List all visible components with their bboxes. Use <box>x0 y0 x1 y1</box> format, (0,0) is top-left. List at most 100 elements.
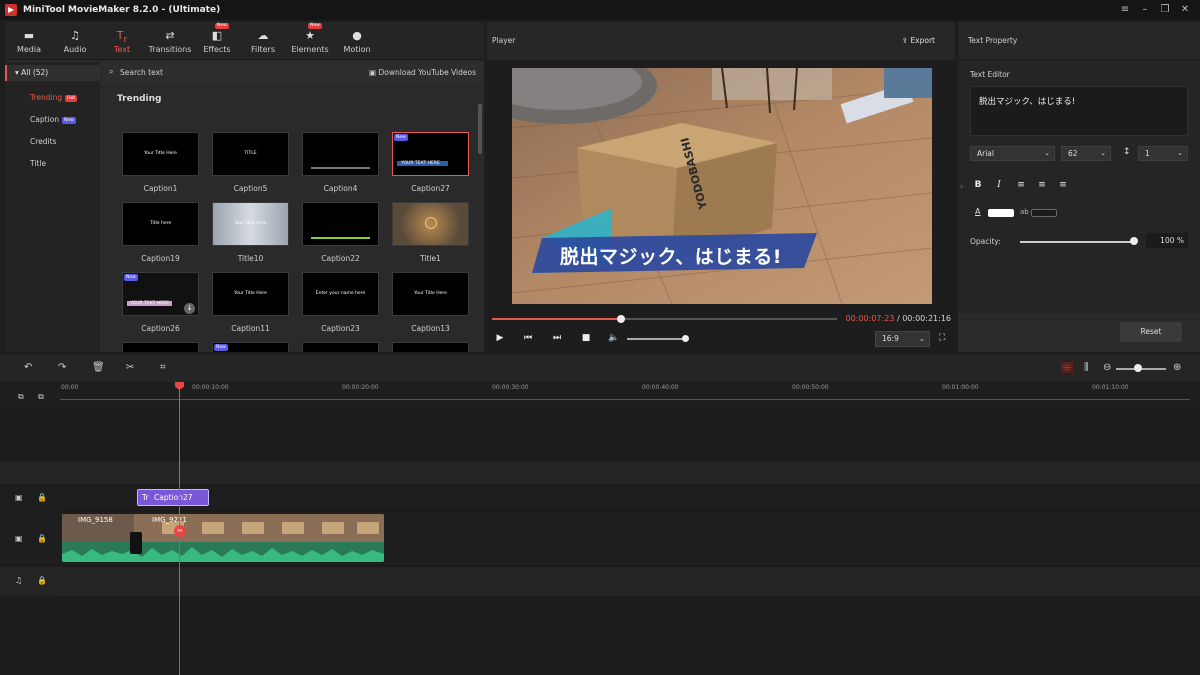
title-bar: MiniTool MovieMaker 8.2.0 - (Ultimate) ≡… <box>0 0 1200 20</box>
redo-icon[interactable]: ↷ <box>58 362 66 373</box>
opacity-handle[interactable] <box>1130 237 1138 245</box>
background-color-swatch[interactable] <box>1031 209 1057 217</box>
hot-tag: Hot <box>65 94 78 102</box>
template-thumbnail[interactable]: New YOUR TEXT HERE <box>392 132 469 176</box>
download-icon[interactable]: ↓ <box>184 303 195 314</box>
align-left-icon[interactable]: ≡ <box>1013 177 1029 193</box>
menu-icon[interactable]: ≡ <box>1118 3 1132 17</box>
template-thumbnail[interactable]: New YOUR TEXT HERE ↓ <box>122 272 199 316</box>
grid-scrollbar[interactable] <box>478 104 482 154</box>
next-frame-icon[interactable]: ⏭ <box>550 333 564 343</box>
export-button[interactable]: ⇪ Export <box>902 36 935 45</box>
font-select[interactable]: Arial ⌄ <box>970 146 1055 161</box>
restore-icon[interactable]: ❐ <box>1158 3 1172 17</box>
snap-icon[interactable]: ⌯ <box>1061 362 1073 373</box>
text-color-swatch[interactable] <box>988 209 1014 217</box>
seek-bar[interactable] <box>492 315 837 323</box>
lock-icon[interactable]: 🔒 <box>37 534 47 543</box>
clip-name: IMG_9221 <box>152 516 187 524</box>
template-thumbnail[interactable] <box>302 132 379 176</box>
font-size-value: 62 <box>1068 149 1078 158</box>
play-icon[interactable]: ▶ <box>493 333 507 343</box>
split-icon[interactable]: ✂ <box>126 362 134 373</box>
undo-icon[interactable]: ↶ <box>24 362 32 373</box>
crop-icon[interactable]: ⌗ <box>160 362 166 373</box>
text-editor-input[interactable]: 脱出マジック、はじまる! <box>970 86 1188 136</box>
transition-icon: ⇄ <box>165 29 175 42</box>
sidebar-item-label: Trending <box>30 93 63 102</box>
collapse-panel-icon[interactable]: › <box>960 182 963 191</box>
add-track-icon[interactable]: ⧉ <box>18 392 24 402</box>
audio-mixer-icon[interactable]: ⫼ <box>1084 362 1089 373</box>
seek-handle[interactable] <box>617 315 626 323</box>
template-thumbnail[interactable]: Your Title Here <box>392 272 469 316</box>
font-size-select[interactable]: 62 ⌄ <box>1061 146 1111 161</box>
search-input[interactable]: Search text <box>120 68 163 77</box>
minimize-icon[interactable]: – <box>1138 3 1152 17</box>
lock-icon[interactable]: 🔒 <box>37 576 47 585</box>
previous-frame-icon[interactable]: ⏮ <box>521 333 535 343</box>
template-thumbnail[interactable]: Enter your name here <box>302 272 379 316</box>
template-label: Caption13 <box>411 324 450 333</box>
template-thumbnail[interactable]: Enter your text here <box>392 342 469 352</box>
tab-text[interactable]: Tr Text <box>100 22 144 60</box>
template-thumbnail[interactable]: Your title here <box>122 342 199 352</box>
search-icon: ⌕ <box>109 67 114 76</box>
sidebar-item-caption[interactable]: Caption New <box>30 115 76 124</box>
player-panel: Player ⇪ Export YODOBASHI 脱出マジック、はじまる! 0… <box>487 22 955 352</box>
cloud-icon: ☁ <box>257 29 269 42</box>
zoom-in-icon[interactable]: ⊕ <box>1173 362 1181 373</box>
copy-track-icon[interactable]: ⧉ <box>38 392 44 402</box>
volume-slider[interactable] <box>627 338 687 340</box>
template-preview-text: Your Title Here <box>414 291 447 296</box>
volume-icon[interactable]: 🔈 <box>607 333 621 343</box>
bold-icon[interactable]: B <box>970 177 986 193</box>
fullscreen-icon[interactable]: ⛶ <box>939 333 945 343</box>
sidebar-item-title[interactable]: Title <box>30 159 46 168</box>
tab-audio[interactable]: ♫ Audio <box>53 22 97 60</box>
zoom-handle[interactable] <box>1134 364 1142 372</box>
sidebar-item-trending[interactable]: Trending Hot <box>30 93 78 102</box>
align-center-icon[interactable]: ≡ <box>1034 177 1050 193</box>
template-thumbnail[interactable]: New <box>212 342 289 352</box>
zoom-out-icon[interactable]: ⊖ <box>1103 362 1111 373</box>
music-note-icon: ♫ <box>70 29 80 42</box>
template-thumbnail[interactable] <box>302 202 379 246</box>
volume-handle[interactable] <box>682 335 689 342</box>
template-thumbnail[interactable]: YOUR TITLE HERE <box>302 342 379 352</box>
italic-icon[interactable]: I <box>991 177 1007 193</box>
reset-button[interactable]: Reset <box>1120 322 1182 342</box>
lock-icon[interactable]: 🔒 <box>37 493 47 502</box>
video-clip[interactable]: IMG_9158 IMG_9221 <box>62 514 384 562</box>
ruler-tick-line <box>60 399 1190 400</box>
template-label: Caption26 <box>141 324 180 333</box>
caption-clip[interactable]: Tr Caption27 <box>137 489 209 506</box>
sidebar-item-credits[interactable]: Credits <box>30 137 56 146</box>
template-thumbnail[interactable]: TITLE <box>212 132 289 176</box>
template-thumbnail[interactable] <box>392 202 469 246</box>
opacity-value-field[interactable]: 100 % <box>1146 233 1188 248</box>
split-scissors-icon[interactable]: ✂ <box>174 525 186 537</box>
chevron-down-icon: ⌄ <box>1177 149 1183 157</box>
delete-icon[interactable]: 🗑 <box>92 362 105 373</box>
search-bar[interactable]: ⌕ Search text ▣ Download YouTube Videos <box>102 62 484 84</box>
tab-elements[interactable]: New ★ Elements <box>287 22 333 60</box>
tab-media[interactable]: ▬ Media <box>7 22 51 60</box>
tab-effects[interactable]: New ◧ Effects <box>195 22 239 60</box>
align-right-icon[interactable]: ≡ <box>1055 177 1071 193</box>
template-thumbnail[interactable]: Your text here <box>212 202 289 246</box>
template-thumbnail[interactable]: Title here <box>122 202 199 246</box>
template-thumbnail[interactable]: Your Title Here <box>122 132 199 176</box>
line-spacing-select[interactable]: 1 ⌄ <box>1138 146 1188 161</box>
download-youtube-link[interactable]: ▣ Download YouTube Videos <box>369 68 476 77</box>
close-icon[interactable]: ✕ <box>1178 3 1192 17</box>
tab-motion[interactable]: ● Motion <box>335 22 379 60</box>
tab-transitions[interactable]: ⇄ Transitions <box>145 22 195 60</box>
stop-icon[interactable]: ■ <box>579 333 593 343</box>
category-all[interactable]: ▾ All (52) <box>5 65 100 81</box>
opacity-slider[interactable] <box>1020 241 1134 243</box>
film-icon: ▣ <box>15 493 23 502</box>
template-thumbnail[interactable]: Your Title Here <box>212 272 289 316</box>
aspect-ratio-select[interactable]: 16:9 ⌄ <box>875 331 930 347</box>
tab-filters[interactable]: ☁ Filters <box>241 22 285 60</box>
